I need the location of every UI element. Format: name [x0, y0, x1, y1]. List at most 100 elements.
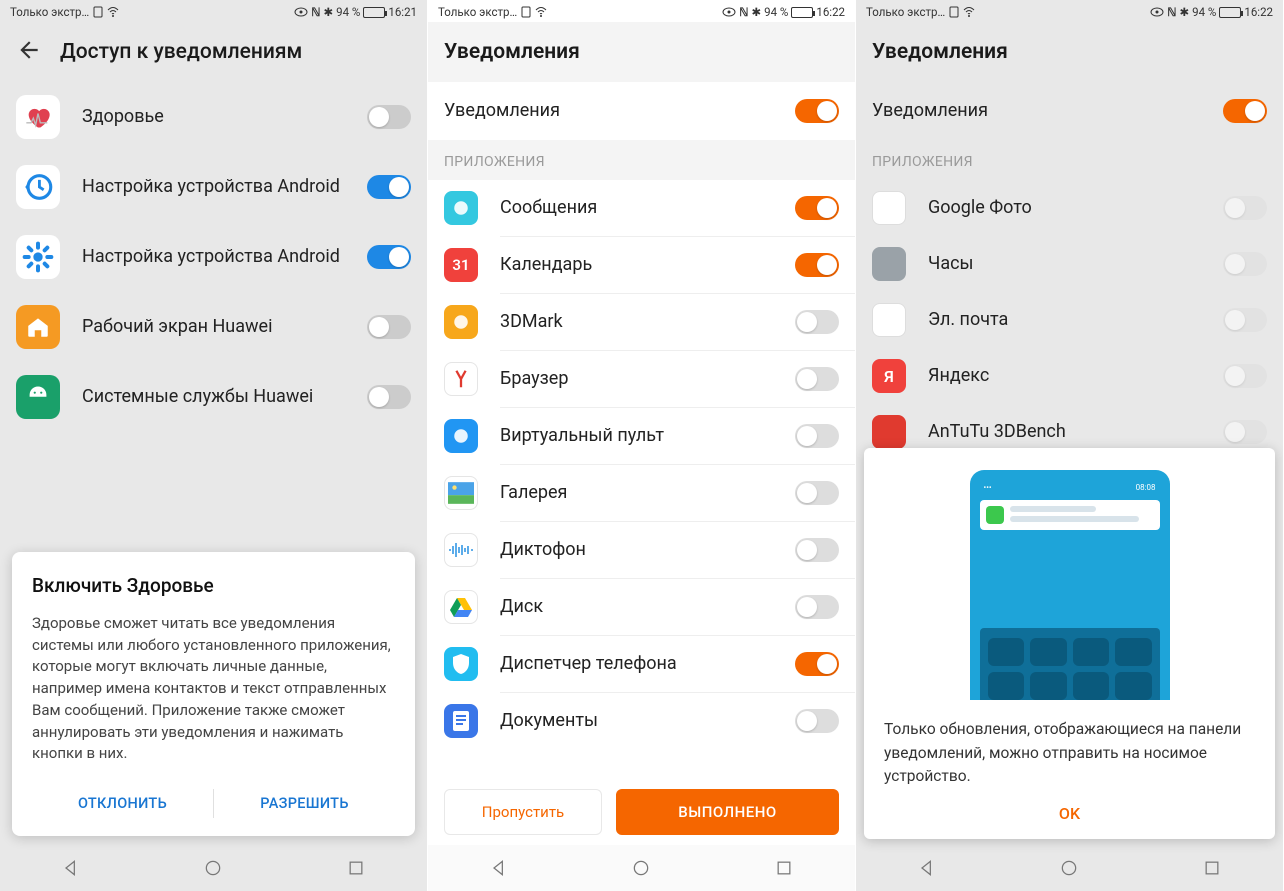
appbar: Уведомления — [428, 22, 855, 82]
nav-back-icon[interactable] — [917, 858, 937, 878]
carrier-label: Только экстр… — [866, 5, 945, 19]
item-label: Системные службы Huawei — [82, 385, 367, 408]
nav-home-icon[interactable] — [631, 858, 651, 878]
toggle[interactable] — [795, 481, 839, 505]
toggle[interactable] — [1223, 252, 1267, 276]
toggle[interactable] — [795, 196, 839, 220]
app-label: 3DMark — [500, 310, 795, 333]
app-label: Эл. почта — [928, 308, 1223, 331]
toggle[interactable] — [795, 310, 839, 334]
master-label: Уведомления — [444, 99, 795, 122]
section-label: ПРИЛОЖЕНИЯ — [428, 140, 855, 180]
illus-time: 08:08 — [1136, 483, 1156, 492]
toggle[interactable] — [795, 538, 839, 562]
done-button[interactable]: ВЫПОЛНЕНО — [616, 789, 839, 835]
toggle[interactable] — [1223, 364, 1267, 388]
toggle[interactable] — [795, 367, 839, 391]
clock: 16:22 — [1244, 5, 1273, 19]
toggle[interactable] — [367, 105, 411, 129]
toggle[interactable] — [795, 253, 839, 277]
toggle[interactable] — [795, 709, 839, 733]
carrier-label: Только экстр… — [10, 5, 89, 19]
app-row[interactable]: Я Яндекс — [856, 348, 1283, 404]
list-item[interactable]: Системные службы Huawei — [0, 362, 427, 432]
app-row[interactable]: Галерея — [428, 465, 855, 521]
bluetooth-icon: ✱ — [324, 5, 334, 19]
master-label: Уведомления — [872, 99, 1223, 122]
app-label: Google Фото — [928, 196, 1223, 219]
page-title: Доступ к уведомлениям — [60, 40, 302, 64]
section-label: ПРИЛОЖЕНИЯ — [856, 140, 1283, 180]
battery-icon — [363, 7, 385, 18]
master-toggle-row[interactable]: Уведомления — [856, 82, 1283, 140]
app-row[interactable]: Эл. почта — [856, 292, 1283, 348]
app-icon — [444, 305, 478, 339]
status-bar: Только экстр… ℕ ✱ 94 % 16:21 — [0, 0, 427, 22]
nav-recent-icon[interactable] — [774, 858, 794, 878]
app-row[interactable]: Часы — [856, 236, 1283, 292]
nav-home-icon[interactable] — [1059, 858, 1079, 878]
skip-button[interactable]: Пропустить — [444, 789, 602, 835]
nav-bar — [856, 845, 1283, 891]
screen-notifications-tip: Только экстр… ℕ ✱ 94 % 16:22 Уведомления… — [856, 0, 1284, 891]
toggle[interactable] — [367, 245, 411, 269]
app-row[interactable]: Браузер — [428, 351, 855, 407]
toggle[interactable] — [367, 175, 411, 199]
app-row[interactable]: 31 Календарь — [428, 237, 855, 293]
bottom-actions: Пропустить ВЫПОЛНЕНО — [428, 777, 855, 845]
list-item[interactable]: Настройка устройства Android — [0, 152, 427, 222]
app-icon — [444, 419, 478, 453]
nav-recent-icon[interactable] — [346, 858, 366, 878]
toggle[interactable] — [367, 385, 411, 409]
list-item[interactable]: Здоровье — [0, 82, 427, 152]
app-row[interactable]: Диск — [428, 579, 855, 635]
nav-home-icon[interactable] — [203, 858, 223, 878]
app-list: Сообщения 31 Календарь 3DMark Браузер Ви… — [428, 180, 855, 777]
toggle[interactable] — [367, 315, 411, 339]
nfc-icon: ℕ — [739, 5, 748, 19]
app-label: Часы — [928, 252, 1223, 275]
battery-icon — [1219, 7, 1241, 18]
appbar: Доступ к уведомлениям — [0, 22, 427, 82]
health-icon — [16, 95, 60, 139]
app-row[interactable]: Диктофон — [428, 522, 855, 578]
gear-icon — [16, 235, 60, 279]
info-dialog: •••08:08 Только обновления, отображающие… — [864, 448, 1275, 839]
carrier-label: Только экстр… — [438, 5, 517, 19]
app-row[interactable]: Google Фото — [856, 180, 1283, 236]
nav-recent-icon[interactable] — [1202, 858, 1222, 878]
cancel-button[interactable]: ОТКЛОНИТЬ — [32, 783, 213, 824]
toggle[interactable] — [1223, 99, 1267, 123]
toggle[interactable] — [795, 652, 839, 676]
toggle[interactable] — [1223, 420, 1267, 444]
back-icon[interactable] — [16, 37, 42, 67]
nav-back-icon[interactable] — [489, 858, 509, 878]
toggle[interactable] — [1223, 196, 1267, 220]
toggle[interactable] — [795, 595, 839, 619]
list-item[interactable]: Настройка устройства Android — [0, 222, 427, 292]
history-icon — [16, 165, 60, 209]
app-row[interactable]: Сообщения — [428, 180, 855, 236]
toggle[interactable] — [1223, 308, 1267, 332]
allow-button[interactable]: РАЗРЕШИТЬ — [214, 783, 395, 824]
list-item[interactable]: Рабочий экран Huawei — [0, 292, 427, 362]
app-row[interactable]: Документы — [428, 693, 855, 749]
master-toggle-row[interactable]: Уведомления — [428, 82, 855, 140]
app-icon: Я — [872, 359, 906, 393]
app-icon — [872, 191, 906, 225]
app-label: Диск — [500, 595, 795, 618]
toggle[interactable] — [795, 424, 839, 448]
toggle[interactable] — [795, 99, 839, 123]
app-label: Галерея — [500, 481, 795, 504]
app-label: Виртуальный пульт — [500, 424, 795, 447]
app-row[interactable]: Диспетчер телефона — [428, 636, 855, 692]
app-row[interactable]: 3DMark — [428, 294, 855, 350]
wifi-icon — [535, 6, 547, 18]
app-row[interactable]: Виртуальный пульт — [428, 408, 855, 464]
app-icon — [444, 704, 478, 738]
item-label: Здоровье — [82, 105, 367, 128]
app-label: Документы — [500, 709, 795, 732]
ok-button[interactable]: OK — [884, 788, 1255, 829]
eye-icon — [722, 6, 736, 18]
nav-back-icon[interactable] — [61, 858, 81, 878]
